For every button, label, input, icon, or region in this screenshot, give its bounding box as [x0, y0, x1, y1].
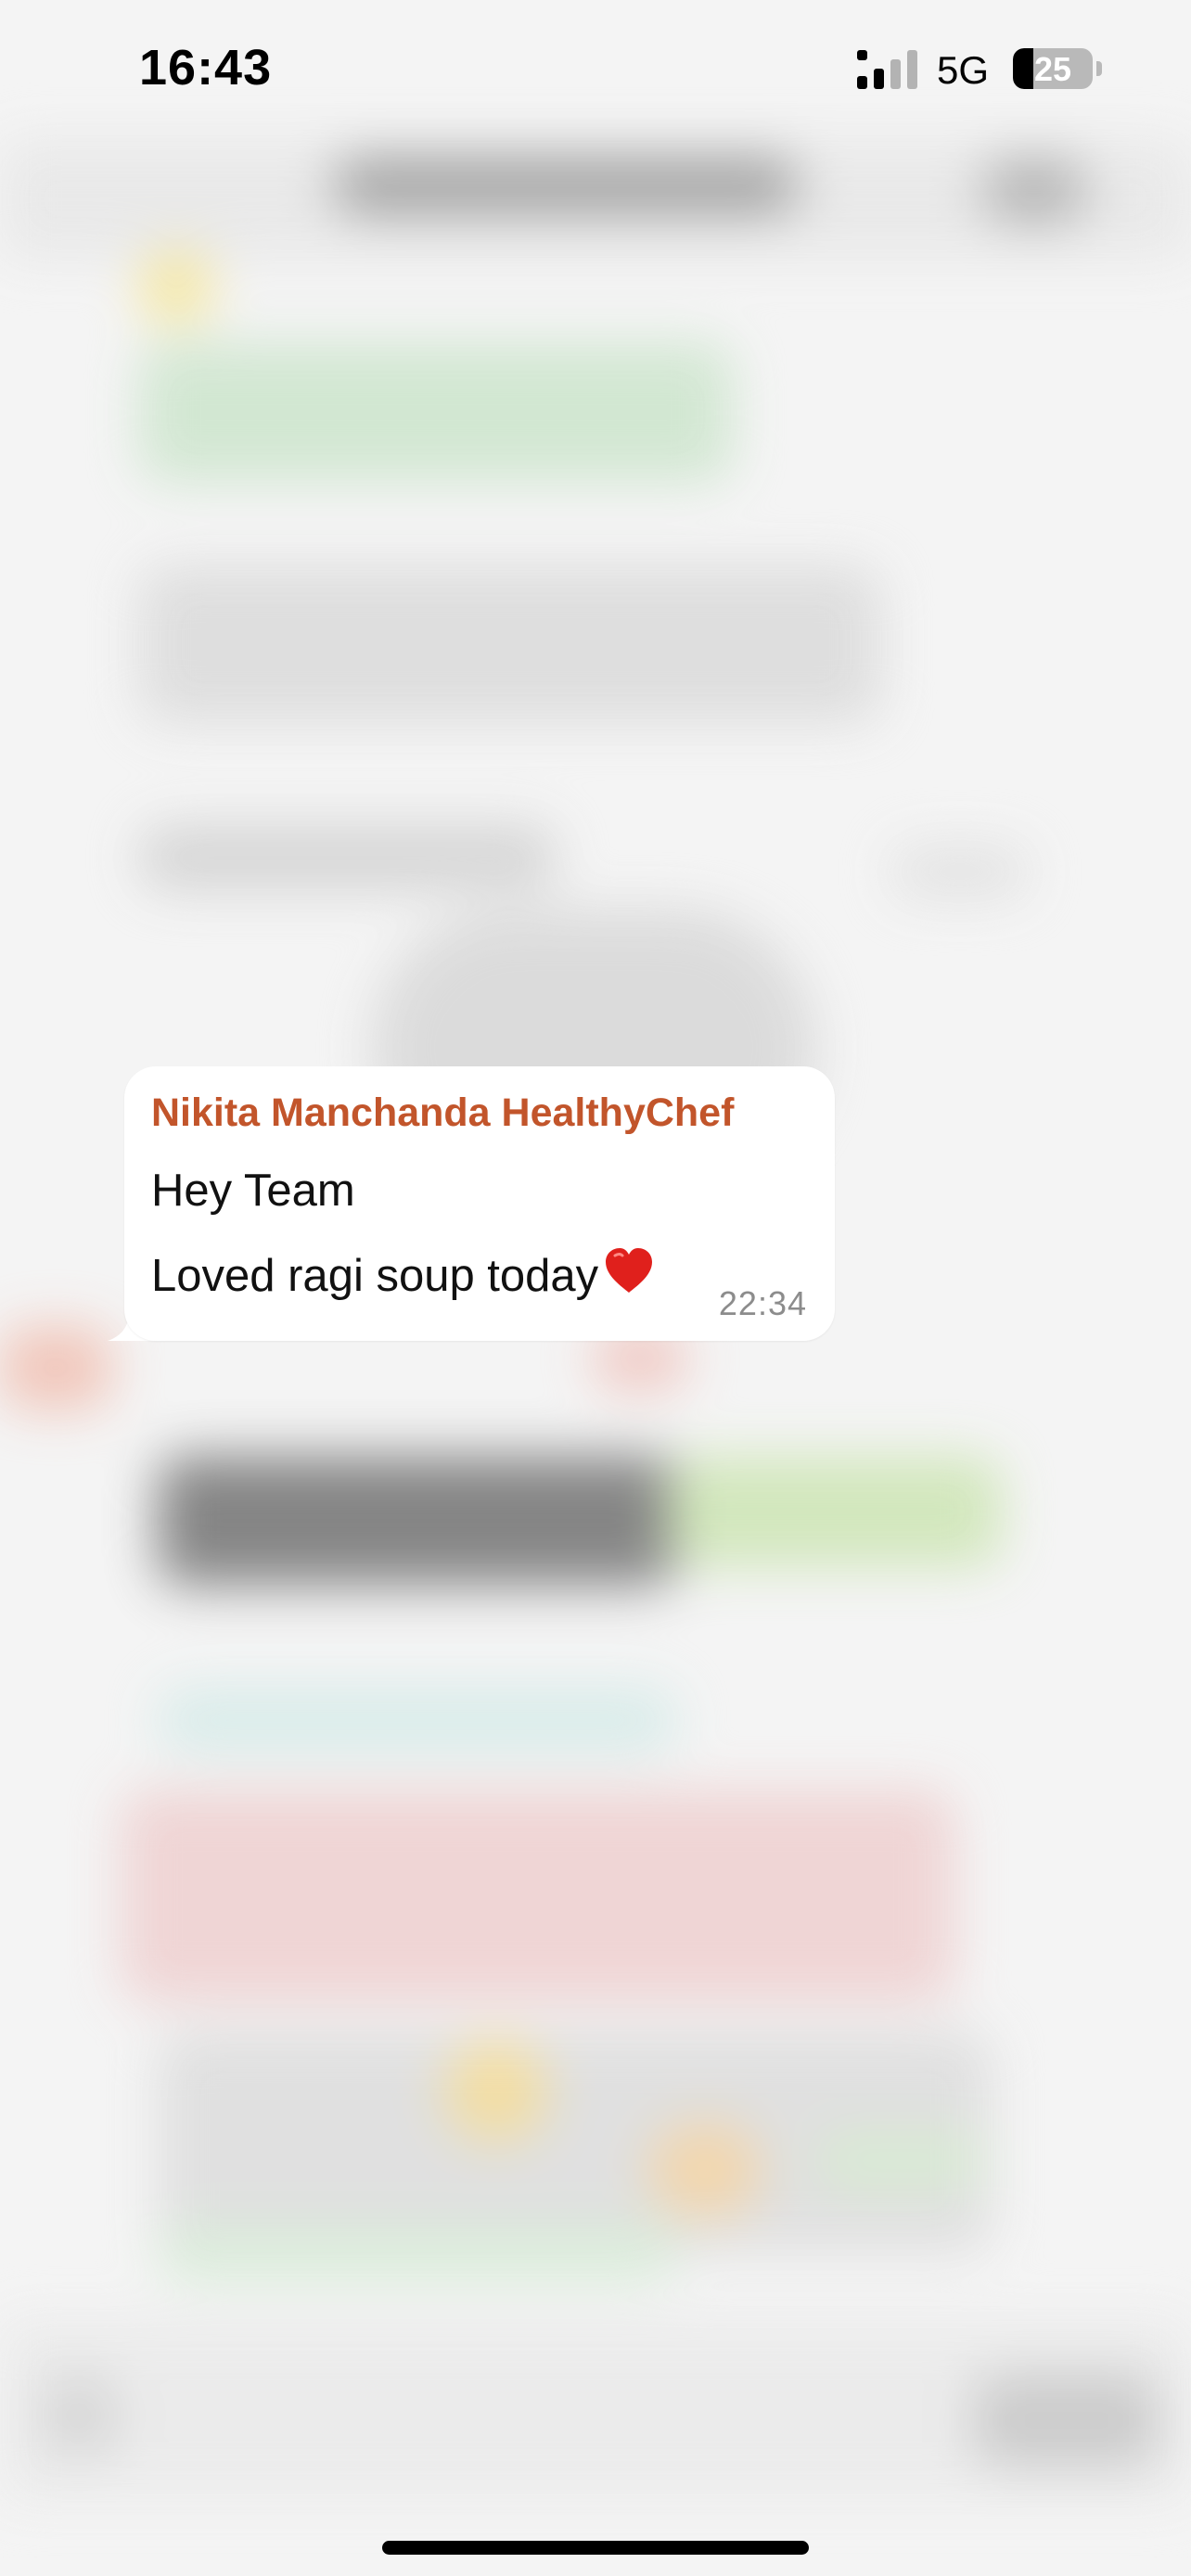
sender-name[interactable]: Nikita Manchanda HealthyChef	[151, 1090, 734, 1136]
red-heart-icon	[606, 1248, 653, 1293]
message-line: Hey Team	[151, 1166, 355, 1216]
message-line-text: Loved ragi soup today	[151, 1251, 599, 1301]
battery-icon: 25	[1013, 48, 1093, 89]
battery-level: 25	[1033, 50, 1072, 88]
message-timestamp: 22:34	[718, 1284, 807, 1322]
status-bar: 16:43 5G 25	[0, 0, 1191, 139]
message-line: Loved ragi soup today	[151, 1244, 656, 1302]
network-type: 5G	[937, 48, 990, 92]
home-indicator[interactable]	[382, 2541, 809, 2555]
chat-screen: 16:43 5G 25 Nikita Manchanda HealthyChef…	[0, 0, 1191, 2576]
cellular-signal-icon	[857, 50, 917, 89]
battery-tip	[1096, 61, 1102, 76]
message-bubble[interactable]: Nikita Manchanda HealthyChef Hey Team Lo…	[124, 1066, 835, 1341]
status-time: 16:43	[139, 40, 273, 96]
